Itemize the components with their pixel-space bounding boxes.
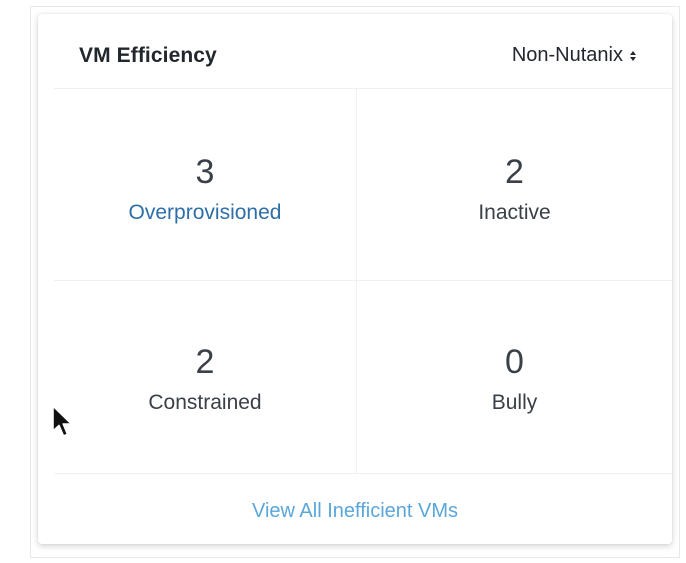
inactive-label: Inactive (478, 201, 551, 224)
overprovisioned-tile[interactable]: 3 Overprovisioned (54, 88, 357, 281)
inactive-tile[interactable]: 2 Inactive (357, 88, 672, 281)
bully-label: Bully (491, 391, 538, 414)
card-title: VM Efficiency (79, 44, 217, 67)
filter-selected-value: Non-Nutanix (511, 44, 623, 66)
view-all-inefficient-vms-link[interactable]: View All Inefficient VMs (38, 500, 672, 523)
divider (54, 473, 672, 474)
inactive-count: 2 (505, 153, 524, 191)
screen: × VM Efficiency Non-Nutanix 3 Overprovis… (0, 0, 686, 563)
card-header: VM Efficiency Non-Nutanix (38, 14, 672, 88)
overprovisioned-count: 3 (195, 153, 215, 191)
constrained-label: Constrained (148, 391, 262, 414)
mouse-pointer-icon (52, 405, 73, 437)
constrained-tile[interactable]: 2 Constrained (54, 281, 357, 474)
efficiency-grid: 3 Overprovisioned 2 Inactive 2 Constrain… (54, 88, 672, 474)
constrained-count: 2 (195, 343, 215, 381)
bully-tile[interactable]: 0 Bully (357, 281, 672, 474)
overprovisioned-label: Overprovisioned (128, 201, 282, 224)
vm-type-filter-select[interactable]: Non-Nutanix (512, 44, 636, 67)
bully-count: 0 (505, 343, 524, 381)
vm-efficiency-card: VM Efficiency Non-Nutanix 3 Overprovisio… (38, 14, 672, 544)
sort-arrows-icon (630, 49, 636, 63)
